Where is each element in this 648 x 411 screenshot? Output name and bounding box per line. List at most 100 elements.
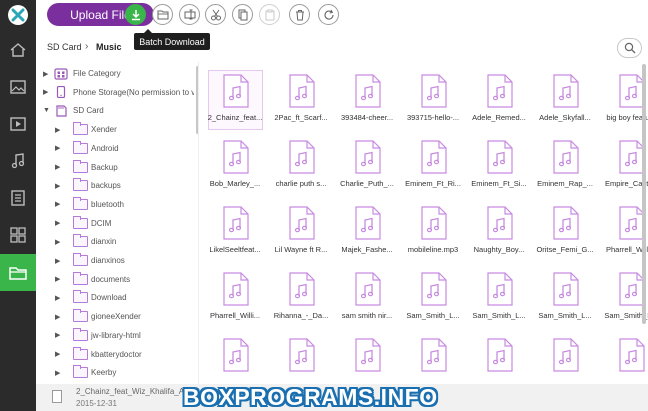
app-logo[interactable]: [0, 0, 36, 30]
file-tile[interactable]: Eminem_Ft_Si...: [468, 132, 528, 192]
tree-item[interactable]: ▶ documents: [36, 270, 194, 289]
expand-icon[interactable]: ▶: [55, 369, 60, 377]
tree-item[interactable]: ▶ DCIM: [36, 214, 194, 233]
collapse-icon[interactable]: ▼: [43, 107, 50, 114]
file-tile[interactable]: Sam_Smith_L...: [600, 264, 648, 324]
expand-icon[interactable]: ▶: [55, 144, 60, 152]
expand-icon[interactable]: ▶: [55, 275, 60, 283]
file-name: Sam_Smith_L...: [472, 311, 526, 320]
file-tile[interactable]: big boy featu...: [600, 66, 648, 126]
file-name: Eminem_Ft_Ri...: [405, 179, 461, 188]
cut-button[interactable]: [205, 4, 226, 25]
tree-item-label: kbatterydoctor: [91, 349, 142, 359]
file-name: Rihanna_-_Da...: [273, 311, 329, 320]
tree-item[interactable]: ▶ Download: [36, 288, 194, 307]
file-tile[interactable]: [600, 330, 648, 384]
file-tile[interactable]: Sam_Smith_L...: [534, 264, 594, 324]
new-folder-button[interactable]: [152, 4, 173, 25]
file-tile[interactable]: Majek_Fashe...: [336, 198, 396, 258]
tree-item[interactable]: ▶ Phone Storage(No permission to v: [36, 83, 194, 102]
file-tile[interactable]: Pharrell_Willi...: [204, 264, 264, 324]
expand-icon[interactable]: ▶: [55, 200, 60, 208]
file-tile[interactable]: 2_Chainz_feat...: [204, 66, 264, 130]
file-tile[interactable]: Sam_Smith_L...: [402, 264, 462, 324]
file-tile[interactable]: Charlie_Puth_...: [336, 132, 396, 192]
file-tile[interactable]: Pharrell_Willi...: [600, 198, 648, 258]
file-tile[interactable]: [270, 330, 330, 384]
tree-item-label: documents: [91, 274, 131, 284]
rename-button[interactable]: [179, 4, 200, 25]
download-button[interactable]: [125, 4, 146, 25]
tree-item[interactable]: ▶ jw-library-html: [36, 326, 194, 345]
file-name: mobileline.mp3: [407, 245, 459, 254]
music-file-icon: [553, 140, 579, 174]
expand-icon[interactable]: ▶: [55, 350, 60, 358]
file-tile[interactable]: Eminem_Ft_Ri...: [402, 132, 462, 192]
file-tile[interactable]: sam smith nir...: [336, 264, 396, 324]
tree-item[interactable]: ▶ Android: [36, 139, 194, 158]
file-tile[interactable]: mobileline.mp3: [402, 198, 462, 258]
music-nav-item[interactable]: [0, 142, 36, 179]
folder-tree: ▶ File Category ▶ Phone Storage(No permissi…: [36, 64, 194, 384]
file-tile[interactable]: [336, 330, 396, 384]
tree-item[interactable]: ▶ Backup: [36, 158, 194, 177]
videos-nav-item[interactable]: [0, 105, 36, 142]
file-tile[interactable]: Naughty_Boy...: [468, 198, 528, 258]
file-tile[interactable]: Sam_Smith_L...: [468, 264, 528, 324]
expand-icon[interactable]: ▶: [55, 163, 60, 171]
expand-icon[interactable]: ▶: [55, 331, 60, 339]
tree-item[interactable]: ▶ bluetooth: [36, 195, 194, 214]
file-tile[interactable]: Bob_Marley_...: [204, 132, 264, 192]
file-name: Bob_Marley_...: [209, 179, 261, 188]
search-button[interactable]: [617, 38, 642, 58]
files-nav-item[interactable]: [0, 254, 36, 291]
copy-button[interactable]: [232, 4, 253, 25]
breadcrumb-root[interactable]: SD Card: [47, 42, 82, 52]
file-tile[interactable]: charlie puth s...: [270, 132, 330, 192]
apps-nav-item[interactable]: [0, 216, 36, 253]
delete-button[interactable]: [289, 4, 310, 25]
file-tile[interactable]: Adele_Remed...: [468, 66, 528, 126]
home-nav-item[interactable]: [0, 31, 36, 68]
tree-item[interactable]: ▶ Xender: [36, 120, 194, 139]
file-tile[interactable]: Empire_Cast-...: [600, 132, 648, 192]
documents-nav-item[interactable]: [0, 179, 36, 216]
file-tile[interactable]: 393715-hello-...: [402, 66, 462, 126]
images-nav-item[interactable]: [0, 68, 36, 105]
sdcard-icon: [56, 105, 67, 117]
file-tile[interactable]: [468, 330, 528, 384]
tree-item[interactable]: ▶ gioneeXender: [36, 307, 194, 326]
expand-icon[interactable]: ▶: [55, 219, 60, 227]
tree-item[interactable]: ▶ File Category: [36, 64, 194, 83]
expand-icon[interactable]: ▶: [43, 70, 48, 78]
tree-item-label: jw-library-html: [91, 330, 141, 340]
tree-item[interactable]: ▼ SD Card: [36, 101, 194, 120]
expand-icon[interactable]: ▶: [55, 238, 60, 246]
file-tile[interactable]: 2Pac_ft_Scarf...: [270, 66, 330, 126]
file-tile[interactable]: LikelSeeltfeat...: [204, 198, 264, 258]
file-tile[interactable]: Eminem_Rap_...: [534, 132, 594, 192]
file-tile[interactable]: Rihanna_-_Da...: [270, 264, 330, 324]
music-file-icon: [289, 140, 315, 174]
expand-icon[interactable]: ▶: [55, 313, 60, 321]
file-tile[interactable]: [402, 330, 462, 384]
tree-item[interactable]: ▶ Keerby: [36, 363, 194, 382]
expand-icon[interactable]: ▶: [43, 88, 48, 96]
file-tile[interactable]: [534, 330, 594, 384]
tree-item[interactable]: ▶ kbatterydoctor: [36, 345, 194, 364]
file-tile[interactable]: Oritse_Femi_G...: [534, 198, 594, 258]
file-tile[interactable]: Lil Wayne ft R...: [270, 198, 330, 258]
file-tile[interactable]: [204, 330, 264, 384]
paste-button[interactable]: [259, 4, 280, 25]
tree-item[interactable]: ▶ dianxin: [36, 232, 194, 251]
file-tile[interactable]: 393484-cheer...: [336, 66, 396, 126]
tree-item[interactable]: ▶ dianxinos: [36, 251, 194, 270]
file-tile[interactable]: Adele_Skyfall...: [534, 66, 594, 126]
refresh-button[interactable]: [318, 4, 339, 25]
grid-scrollbar[interactable]: [642, 64, 646, 324]
expand-icon[interactable]: ▶: [55, 182, 60, 190]
expand-icon[interactable]: ▶: [55, 126, 60, 134]
tree-item[interactable]: ▶ backups: [36, 176, 194, 195]
expand-icon[interactable]: ▶: [55, 257, 60, 265]
expand-icon[interactable]: ▶: [55, 294, 60, 302]
